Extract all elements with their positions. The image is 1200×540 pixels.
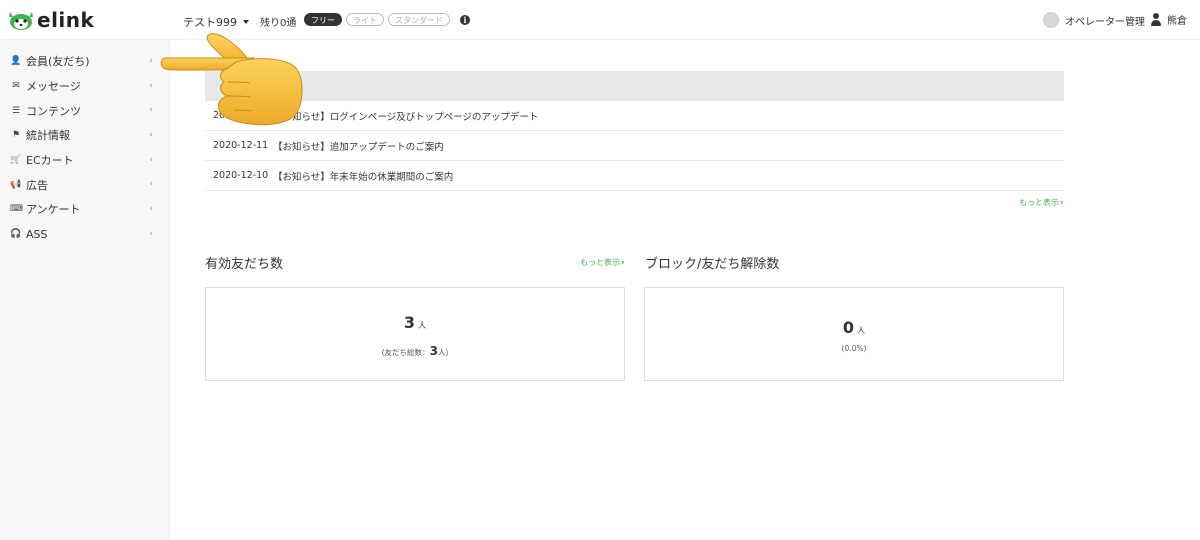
news-table-header (205, 71, 1064, 101)
news-row[interactable]: 2020-12-11 【お知らせ】ログインページ及びトップページのアップデート (205, 101, 1064, 131)
sidebar-item-label: ECカート (26, 154, 74, 168)
keyboard-icon: ⌨ (10, 204, 23, 215)
sidebar-item-label: コンテンツ (26, 104, 81, 118)
active-friends-card: 3人 (友だち総数：3人) (205, 287, 625, 381)
active-friends-unit: 人 (418, 321, 427, 330)
chevron-left-icon: ‹ (149, 56, 153, 66)
chevron-left-icon: ‹ (149, 204, 153, 215)
chevron-right-icon: › (1060, 197, 1064, 208)
total-friends: (友だち総数：3人) (206, 344, 624, 358)
account-name: テスト999 (183, 16, 237, 29)
mascot-logo-icon (9, 12, 33, 30)
headphones-icon: 🎧 (10, 229, 22, 240)
chevron-left-icon: ‹ (149, 154, 153, 165)
news-date: 2020-12-10 (213, 170, 269, 181)
active-friends-title: 有効友だち数 (205, 257, 284, 272)
sidebar-item-label: 統計情報 (26, 129, 70, 143)
news-more-link[interactable]: もっと表示 › (1019, 197, 1064, 208)
top-header: elink テスト999 残り0通 フリー ライト スタンダード i オペレータ… (0, 0, 1200, 40)
chevron-right-icon: › (621, 257, 625, 268)
user-name: 熊倉 (1167, 16, 1187, 27)
chevron-left-icon: ‹ (149, 80, 153, 91)
total-friends-suffix: 人) (437, 348, 449, 357)
blocked-percent: (0.0%) (841, 344, 867, 353)
sidebar-item-members[interactable]: 👤 会員(友だち) ‹ (0, 49, 169, 74)
chevron-left-icon: ‹ (149, 130, 153, 141)
news-date: 2020-12-11 (213, 110, 269, 121)
news-title[interactable]: 【お知らせ】追加アップデートのご案内 (269, 139, 444, 153)
sidebar-item-contents[interactable]: ☰ コンテンツ ‹ (0, 98, 169, 123)
cart-icon: 🛒 (10, 155, 22, 166)
active-friends-value: 3 (403, 313, 416, 332)
more-link-label: もっと表示 (1019, 198, 1059, 207)
sidebar-item-label: 広告 (26, 178, 48, 192)
chevron-left-icon: ‹ (149, 105, 153, 116)
account-selector[interactable]: テスト999 (183, 14, 249, 30)
logo[interactable]: elink (6, 8, 94, 32)
sidebar-item-statistics[interactable]: ⚑ 統計情報 ‹ (0, 123, 169, 148)
sidebar-item-messages[interactable]: ✉ メッセージ ‹ (0, 74, 169, 99)
blocked-unit: 人 (857, 326, 866, 335)
more-link-label: もっと表示 (580, 258, 620, 267)
sidebar-item-label: メッセージ (26, 80, 81, 94)
info-icon[interactable]: i (460, 14, 470, 25)
user-icon: 👤 (10, 56, 22, 67)
plan-badge-free[interactable]: フリー (304, 13, 342, 26)
total-friends-value: 3 (429, 344, 438, 358)
active-friends-more-link[interactable]: もっと表示 › (580, 257, 625, 268)
flag-icon: ⚑ (11, 130, 21, 141)
user-menu[interactable]: 熊倉 (1151, 12, 1187, 27)
total-friends-prefix: (友だち総数： (381, 348, 430, 357)
sidebar-item-survey[interactable]: ⌨ アンケート ‹ (0, 197, 169, 222)
sidebar-item-label: アンケート (26, 203, 81, 217)
user-icon (1151, 12, 1161, 27)
sidebar-item-ass[interactable]: 🎧 ASS ‹ (0, 222, 169, 247)
operator-label: オペレーター管理 (1065, 16, 1145, 28)
active-friends-count: 3人 (206, 313, 624, 332)
sidebar-item-label: ASS (26, 227, 48, 241)
blocked-title: ブロック/友だち解除数 (645, 257, 780, 272)
plan-badges: フリー ライト スタンダード i (304, 13, 470, 26)
news-title[interactable]: 【お知らせ】年末年始の休業期間のご案内 (269, 169, 453, 183)
sidebar: 👤 会員(友だち) ‹ ✉ メッセージ ‹ ☰ コンテンツ ‹ ⚑ 統計情報 ‹… (0, 40, 170, 540)
sidebar-item-label: 会員(友だち) (26, 55, 90, 69)
plan-badge-standard[interactable]: スタンダード (388, 13, 450, 26)
logo-text: elink (37, 8, 95, 32)
chevron-left-icon: ‹ (149, 179, 153, 190)
news-date: 2020-12-11 (213, 140, 269, 151)
blocked-count: 0人 (645, 318, 1063, 337)
blocked-card: 0人 (0.0%) (644, 287, 1064, 381)
megaphone-icon: 📢 (10, 179, 22, 190)
chevron-left-icon: ‹ (149, 228, 153, 239)
operator-management-link[interactable]: オペレーター管理 (1043, 12, 1145, 28)
operator-avatar-icon (1043, 12, 1059, 28)
list-icon: ☰ (11, 105, 21, 116)
remaining-messages: 残り0通 (260, 18, 297, 29)
sidebar-item-ec-cart[interactable]: 🛒 ECカート ‹ (0, 148, 169, 173)
news-row[interactable]: 2020-12-11 【お知らせ】追加アップデートのご案内 (205, 131, 1064, 161)
caret-down-icon (243, 20, 249, 24)
blocked-value: 0 (842, 318, 855, 337)
plan-badge-light[interactable]: ライト (346, 13, 384, 26)
envelope-icon: ✉ (12, 81, 20, 92)
news-row[interactable]: 2020-12-10 【お知らせ】年末年始の休業期間のご案内 (205, 161, 1064, 191)
news-title[interactable]: 【お知らせ】ログインページ及びトップページのアップデート (269, 109, 538, 123)
sidebar-item-ads[interactable]: 📢 広告 ‹ (0, 172, 169, 197)
